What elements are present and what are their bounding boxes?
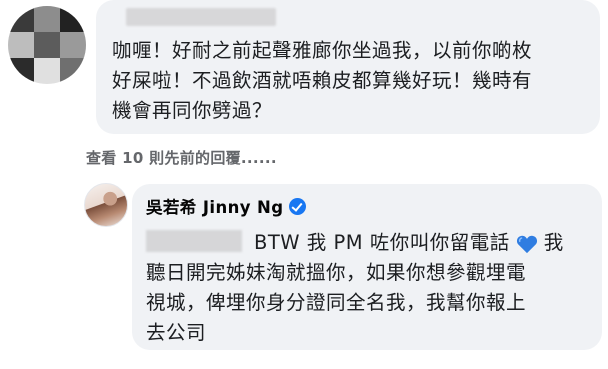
commenter-avatar-pixelated[interactable]: [8, 6, 86, 84]
comment-text: 咖喱！好耐之前起聲雅廊你坐過我，以前你啲枚 好屎啦！不過飲酒就唔賴皮都算幾好玩！…: [112, 39, 533, 122]
view-previous-replies-link[interactable]: 查看 10 則先前的回覆......: [86, 147, 277, 168]
reply-first-line-tail: 我: [543, 231, 564, 254]
mentioned-name-redacted[interactable]: [146, 230, 242, 252]
reply-first-line-text: BTW 我 PM 咗你叫你留電話: [254, 231, 510, 254]
verified-badge-icon: [289, 197, 307, 215]
blue-heart-icon: [516, 233, 538, 254]
reply-text: 聽日開完姊妹淘就搵你，如果你想參觀埋電 視城，俾埋你身分證同全名我，我幫你報上 …: [146, 261, 527, 344]
commenter-name-redacted[interactable]: [126, 8, 276, 26]
comment-thread: 咖喱！好耐之前起聲雅廊你坐過我，以前你啲枚 好屎啦！不過飲酒就唔賴皮都算幾好玩！…: [0, 0, 608, 369]
reply-first-line: BTW 我 PM 咗你叫你留電話 我: [254, 228, 564, 258]
reply-author: 吳若希 Jinny Ng: [146, 194, 307, 218]
reply-author-name[interactable]: 吳若希 Jinny Ng: [146, 194, 283, 218]
reply-author-avatar[interactable]: [84, 183, 128, 227]
